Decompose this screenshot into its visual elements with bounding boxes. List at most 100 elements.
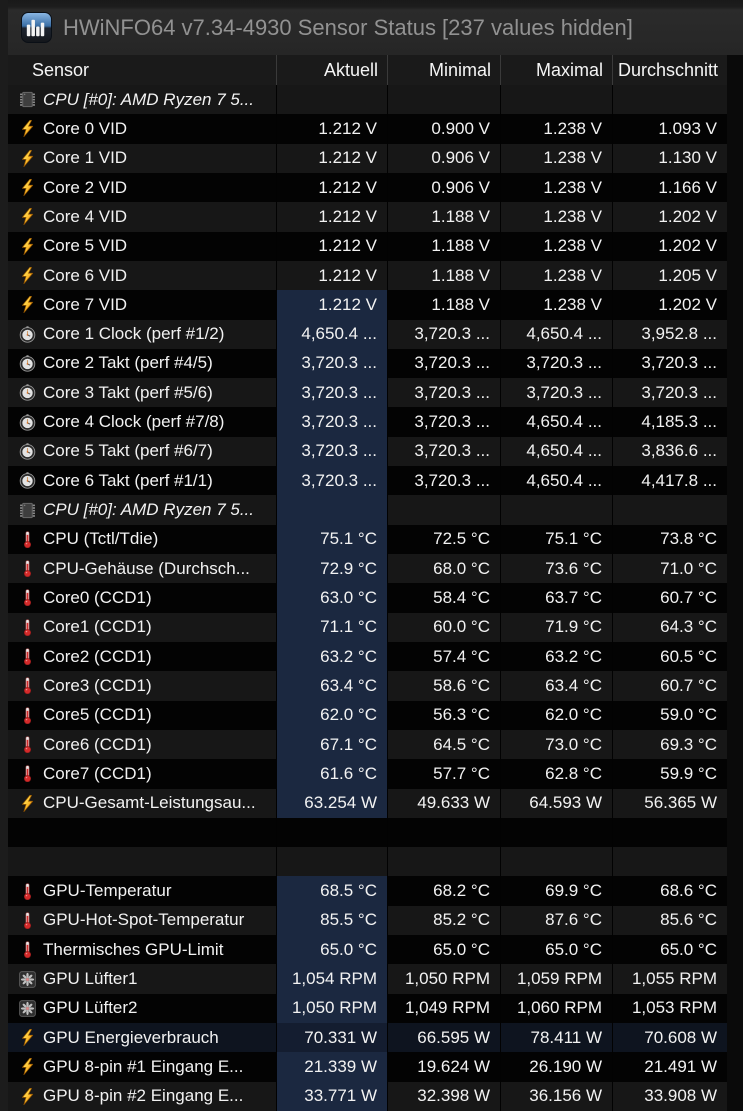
- sensor-row[interactable]: Core 4 Clock (perf #7/8) 3,720.3 ... 3,720…: [8, 407, 727, 437]
- sensor-row[interactable]: Core1 (CCD1) 71.1 °C 60.0 °C 71.9 °C 64.3 °C: [8, 612, 727, 642]
- sensor-cell: Core 5 Takt (perf #6/7): [8, 437, 276, 466]
- average-value: 1.202 V: [612, 202, 727, 232]
- sensor-label: Core 3 Takt (perf #5/6): [43, 382, 213, 402]
- sensor-row[interactable]: GPU Lüfter2 1,050 RPM 1,049 RPM 1,060 RPM 1,…: [8, 993, 727, 1023]
- sensor-row[interactable]: Core7 (CCD1) 61.6 °C 57.7 °C 62.8 °C 59.9 °C: [8, 759, 727, 789]
- maximal-value: 63.4 °C: [500, 671, 612, 701]
- current-value: 33.771 W: [276, 1081, 387, 1111]
- current-value: 3,720.3 ...: [276, 378, 387, 408]
- current-value: 1,050 RPM: [276, 993, 387, 1023]
- sensor-label: Core 7 VID: [43, 294, 128, 314]
- sensor-cell: Core 5 VID: [8, 232, 276, 261]
- current-value: 75.1 °C: [276, 524, 387, 554]
- average-value: 1.093 V: [612, 114, 727, 144]
- column-header-current[interactable]: Aktuell: [276, 55, 387, 85]
- lightning-icon: [19, 120, 36, 137]
- fan-icon: [19, 1000, 36, 1017]
- sensor-row[interactable]: Core 7 VID 1.212 V 1.188 V 1.238 V 1.202 V: [8, 290, 727, 320]
- sensor-row[interactable]: GPU Energieverbrauch 70.331 W 66.595 W 78.4…: [8, 1023, 727, 1053]
- maximal-value: [500, 85, 612, 115]
- sensor-row[interactable]: Core6 (CCD1) 67.1 °C 64.5 °C 73.0 °C 69.3 °C: [8, 729, 727, 760]
- sensor-row[interactable]: Core 0 VID 1.212 V 0.900 V 1.238 V 1.093 V: [8, 114, 727, 144]
- sensor-label: Thermisches GPU-Limit: [43, 939, 224, 959]
- average-value: 1.202 V: [612, 290, 727, 320]
- maximal-value: 1.238 V: [500, 202, 612, 232]
- current-value: [276, 847, 387, 877]
- sensor-row[interactable]: CPU-Gehäuse (Durchsch... 72.9 °C 68.0 °C 73…: [8, 554, 727, 584]
- maximal-value: 1.238 V: [500, 290, 612, 320]
- average-value: 60.7 °C: [612, 583, 727, 613]
- sensor-row[interactable]: Core 5 VID 1.212 V 1.188 V 1.238 V 1.202 V: [8, 231, 727, 261]
- current-value: 1.212 V: [276, 260, 387, 291]
- column-header-sensor[interactable]: Sensor: [8, 55, 276, 85]
- sensor-row[interactable]: Core 3 Takt (perf #5/6) 3,720.3 ... 3,720.…: [8, 378, 727, 408]
- minimal-value: 58.6 °C: [387, 671, 500, 701]
- sensor-row[interactable]: Core 2 Takt (perf #4/5) 3,720.3 ... 3,720.…: [8, 348, 727, 379]
- maximal-value: 1.238 V: [500, 231, 612, 261]
- minimal-value: 57.7 °C: [387, 759, 500, 789]
- maximal-value: 73.6 °C: [500, 554, 612, 584]
- sensor-row[interactable]: Core 5 Takt (perf #6/7) 3,720.3 ... 3,720.…: [8, 436, 727, 467]
- sensor-label: GPU-Hot-Spot-Temperatur: [43, 910, 245, 930]
- sensor-row[interactable]: Core 6 VID 1.212 V 1.188 V 1.238 V 1.205 V: [8, 260, 727, 291]
- sensor-label: CPU (Tctl/Tdie): [43, 529, 159, 549]
- sensor-row[interactable]: CPU (Tctl/Tdie) 75.1 °C 72.5 °C 75.1 °C 73.8…: [8, 524, 727, 554]
- average-value: 69.3 °C: [612, 729, 727, 760]
- thermometer-icon: [19, 589, 36, 606]
- sensor-cell: GPU Energieverbrauch: [8, 1023, 276, 1052]
- sensor-label: Core 2 Takt (perf #4/5): [43, 353, 213, 373]
- empty-row[interactable]: [8, 817, 727, 848]
- current-value: 3,720.3 ...: [276, 436, 387, 467]
- sensor-label: Core3 (CCD1): [43, 675, 152, 695]
- maximal-value: [500, 817, 612, 848]
- average-value: 65.0 °C: [612, 935, 727, 965]
- sensor-row[interactable]: Thermisches GPU-Limit 65.0 °C 65.0 °C 65.0 …: [8, 935, 727, 965]
- maximal-value: [500, 847, 612, 877]
- current-value: 63.254 W: [276, 788, 387, 818]
- sensor-row[interactable]: Core0 (CCD1) 63.0 °C 58.4 °C 63.7 °C 60.7 °C: [8, 583, 727, 613]
- current-value: 70.331 W: [276, 1023, 387, 1053]
- sensor-row[interactable]: Core 2 VID 1.212 V 0.906 V 1.238 V 1.166 V: [8, 172, 727, 203]
- sensor-row[interactable]: Core 6 Takt (perf #1/1) 3,720.3 ... 3,720.…: [8, 466, 727, 496]
- minimal-value: 32.398 W: [387, 1081, 500, 1111]
- average-value: 1.205 V: [612, 260, 727, 291]
- column-header-maximal[interactable]: Maximal: [500, 55, 612, 85]
- sensor-row[interactable]: Core2 (CCD1) 63.2 °C 57.4 °C 63.2 °C 60.5 °C: [8, 641, 727, 672]
- hwinfo-app-icon[interactable]: [21, 12, 52, 43]
- group-header-row[interactable]: CPU [#0]: AMD Ryzen 7 5...: [8, 495, 727, 525]
- minimal-value: 68.2 °C: [387, 876, 500, 906]
- average-value: 3,952.8 ...: [612, 319, 727, 349]
- empty-row[interactable]: [8, 847, 727, 877]
- sensor-row[interactable]: Core 4 VID 1.212 V 1.188 V 1.238 V 1.202 V: [8, 202, 727, 232]
- sensor-row[interactable]: GPU Lüfter1 1,054 RPM 1,050 RPM 1,059 RPM 1,…: [8, 964, 727, 994]
- clock-icon: [19, 443, 36, 460]
- group-header-row[interactable]: CPU [#0]: AMD Ryzen 7 5...: [8, 85, 727, 115]
- minimal-value: 57.4 °C: [387, 641, 500, 672]
- sensor-cell: Core 4 Clock (perf #7/8): [8, 407, 276, 436]
- minimal-value: 58.4 °C: [387, 583, 500, 613]
- vertical-scrollbar[interactable]: [727, 55, 743, 1111]
- sensor-label: Core 6 Takt (perf #1/1): [43, 470, 213, 490]
- sensor-row[interactable]: GPU 8-pin #1 Eingang E... 21.339 W 19.624 …: [8, 1052, 727, 1082]
- title-bar[interactable]: HWiNFO64 v7.34-4930 Sensor Status [237 v…: [8, 0, 743, 55]
- current-value: [276, 85, 387, 115]
- maximal-value: 3,720.3 ...: [500, 348, 612, 379]
- sensor-row[interactable]: GPU-Hot-Spot-Temperatur 85.5 °C 85.2 °C 87.…: [8, 905, 727, 936]
- column-header-minimal[interactable]: Minimal: [387, 55, 500, 85]
- sensor-row[interactable]: Core 1 VID 1.212 V 0.906 V 1.238 V 1.130 V: [8, 143, 727, 173]
- sensor-row[interactable]: Core5 (CCD1) 62.0 °C 56.3 °C 62.0 °C 59.0 °C: [8, 700, 727, 730]
- maximal-value: 87.6 °C: [500, 905, 612, 936]
- column-header-average[interactable]: Durchschnitt: [612, 55, 727, 85]
- sensor-label: GPU Lüfter2: [43, 998, 138, 1018]
- sensor-row[interactable]: Core 1 Clock (perf #1/2) 4,650.4 ... 3,720…: [8, 319, 727, 349]
- average-value: 59.9 °C: [612, 759, 727, 789]
- sensor-cell: [8, 847, 276, 876]
- lightning-icon: [19, 1058, 36, 1075]
- sensor-row[interactable]: Core3 (CCD1) 63.4 °C 58.6 °C 63.4 °C 60.7 °C: [8, 671, 727, 701]
- minimal-value: [387, 85, 500, 115]
- average-value: 59.0 °C: [612, 700, 727, 730]
- sensor-cell: Core6 (CCD1): [8, 730, 276, 759]
- sensor-row[interactable]: CPU-Gesamt-Leistungsau... 63.254 W 49.633 …: [8, 788, 727, 818]
- sensor-row[interactable]: GPU-Temperatur 68.5 °C 68.2 °C 69.9 °C 68.6 …: [8, 876, 727, 906]
- sensor-row[interactable]: GPU 8-pin #2 Eingang E... 33.771 W 32.398 …: [8, 1081, 727, 1111]
